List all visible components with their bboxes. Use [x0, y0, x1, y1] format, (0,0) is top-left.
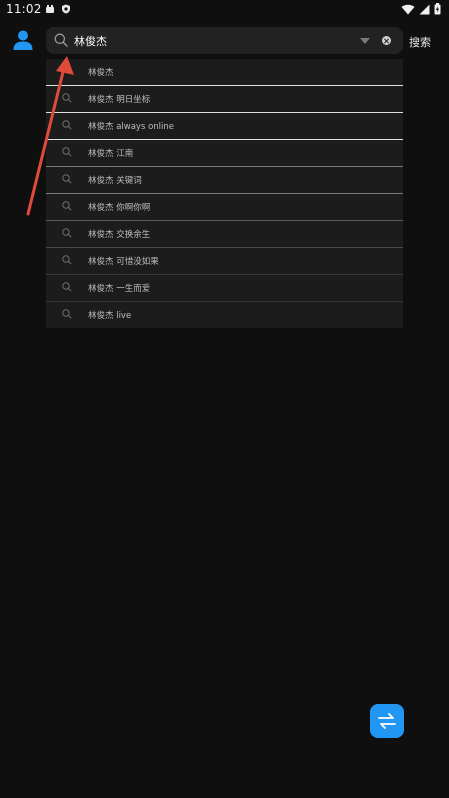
- suggestion-text: 林俊杰 明日坐标: [88, 95, 151, 105]
- search-icon: [62, 309, 72, 319]
- user-icon[interactable]: [12, 29, 34, 51]
- search-icon: [62, 120, 72, 130]
- suggestion-text: 林俊杰 你啊你啊: [88, 203, 151, 213]
- swap-icon: [378, 713, 396, 729]
- search-icon: [62, 255, 72, 265]
- search-icon: [62, 228, 72, 238]
- suggestion-text: 林俊杰 关键词: [88, 176, 142, 186]
- search-icon: [62, 147, 72, 157]
- swap-button[interactable]: [370, 704, 404, 738]
- suggestion-item[interactable]: 林俊杰 一生而爱: [46, 275, 403, 302]
- suggestion-item[interactable]: 林俊杰 关键词: [46, 167, 403, 194]
- status-notification-icons: [45, 4, 71, 14]
- suggestion-item[interactable]: 林俊杰 always online: [46, 113, 403, 140]
- search-input[interactable]: [74, 27, 344, 54]
- wifi-icon: [401, 4, 415, 14]
- search-bar[interactable]: [46, 27, 403, 54]
- suggestion-item[interactable]: 林俊杰 交换余生: [46, 221, 403, 248]
- battery-icon: [434, 3, 441, 15]
- shield-icon: [62, 4, 70, 14]
- suggestion-item[interactable]: 林俊杰: [46, 59, 403, 86]
- search-icon: [62, 201, 72, 211]
- search-icon: [62, 93, 72, 103]
- signal-icon: [419, 4, 430, 14]
- chevron-down-icon[interactable]: [360, 38, 370, 44]
- status-time: 11:02: [6, 2, 42, 16]
- suggestion-item[interactable]: 林俊杰 你啊你啊: [46, 194, 403, 221]
- suggestion-item[interactable]: 林俊杰 明日坐标: [46, 86, 403, 113]
- suggestion-text: 林俊杰 always online: [88, 122, 175, 132]
- status-system-icons: [401, 3, 441, 15]
- search-icon: [62, 282, 72, 292]
- suggestion-text: 林俊杰 live: [88, 311, 132, 321]
- status-bar: 11:02: [0, 0, 449, 20]
- suggestion-list: 林俊杰 林俊杰 明日坐标 林俊杰 always online 林俊杰 江南 林俊…: [46, 59, 403, 328]
- clear-icon[interactable]: [382, 36, 391, 45]
- suggestion-item[interactable]: 林俊杰 live: [46, 302, 403, 328]
- suggestion-item[interactable]: 林俊杰 江南: [46, 140, 403, 167]
- search-icon: [62, 174, 72, 184]
- suggestion-text: 林俊杰 可惜没如果: [88, 257, 159, 267]
- suggestion-text: 林俊杰 交换余生: [88, 230, 151, 240]
- suggestion-item[interactable]: 林俊杰 可惜没如果: [46, 248, 403, 275]
- search-button[interactable]: 搜索: [409, 34, 431, 50]
- suggestion-text: 林俊杰 江南: [88, 149, 134, 159]
- suggestion-text: 林俊杰 一生而爱: [88, 284, 151, 294]
- search-icon: [54, 33, 68, 47]
- notification-app-icon: [46, 5, 54, 13]
- suggestion-text: 林俊杰: [88, 68, 114, 78]
